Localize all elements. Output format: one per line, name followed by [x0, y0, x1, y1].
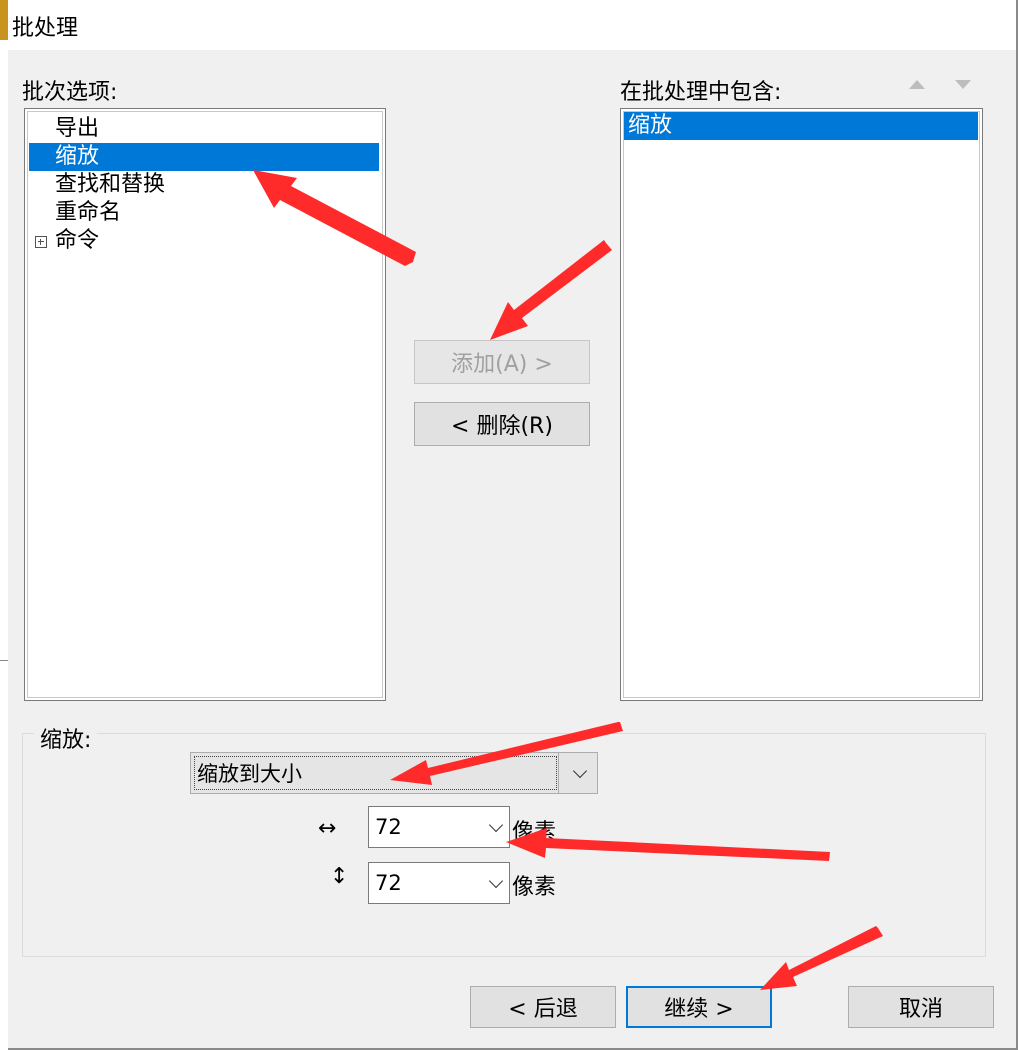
dialog-title: 批处理	[12, 16, 79, 41]
included-list[interactable]: 缩放	[620, 108, 983, 701]
batch-options-label: 批次选项:	[22, 80, 118, 105]
width-unit: 像素	[512, 820, 557, 845]
background-divider	[0, 660, 8, 661]
continue-button[interactable]: 继续 >	[626, 986, 772, 1028]
height-unit: 像素	[512, 875, 557, 900]
scale-group-label: 缩放:	[34, 722, 98, 754]
add-button[interactable]: 添加(A) >	[414, 340, 590, 384]
width-value: 72	[375, 815, 402, 839]
height-arrows-icon: ↕	[330, 864, 349, 889]
background-window-accent	[0, 0, 8, 40]
list-item[interactable]: 导出	[29, 115, 379, 143]
combo-separator	[558, 753, 559, 793]
background-window-sliver	[0, 0, 8, 1050]
move-up-icon[interactable]	[909, 80, 925, 89]
remove-button[interactable]: < 删除(R)	[414, 402, 590, 446]
included-label: 在批处理中包含:	[620, 80, 782, 105]
move-down-icon[interactable]	[955, 80, 971, 89]
scale-mode-select[interactable]: 缩放到大小	[190, 752, 598, 794]
height-combo[interactable]: 72	[368, 862, 510, 904]
cancel-button[interactable]: 取消	[848, 986, 994, 1028]
chevron-down-icon	[572, 763, 588, 779]
list-item-selected[interactable]: 缩放	[624, 112, 978, 140]
chevron-down-icon	[488, 817, 504, 833]
included-list-inner	[623, 111, 980, 698]
list-item[interactable]: 查找和替换	[29, 171, 379, 199]
width-combo[interactable]: 72	[368, 806, 510, 848]
batch-options-list[interactable]: 导出 缩放 查找和替换 重命名 命令	[24, 108, 386, 701]
batch-dialog: 批处理 批次选项: 在批处理中包含: 导出 缩放 查找和替换 重命名 命令 添加…	[8, 0, 1018, 1050]
list-item-expandable[interactable]: 命令	[29, 227, 379, 255]
title-bar: 批处理	[8, 0, 1016, 50]
chevron-down-icon	[488, 873, 504, 889]
scale-mode-value: 缩放到大小	[197, 762, 302, 786]
list-item[interactable]: 重命名	[29, 199, 379, 227]
width-arrows-icon: ↔	[318, 816, 337, 841]
back-button[interactable]: < 后退	[470, 986, 616, 1028]
height-value: 72	[375, 871, 402, 895]
expand-plus-icon[interactable]	[35, 236, 47, 248]
list-item-selected[interactable]: 缩放	[29, 143, 379, 171]
